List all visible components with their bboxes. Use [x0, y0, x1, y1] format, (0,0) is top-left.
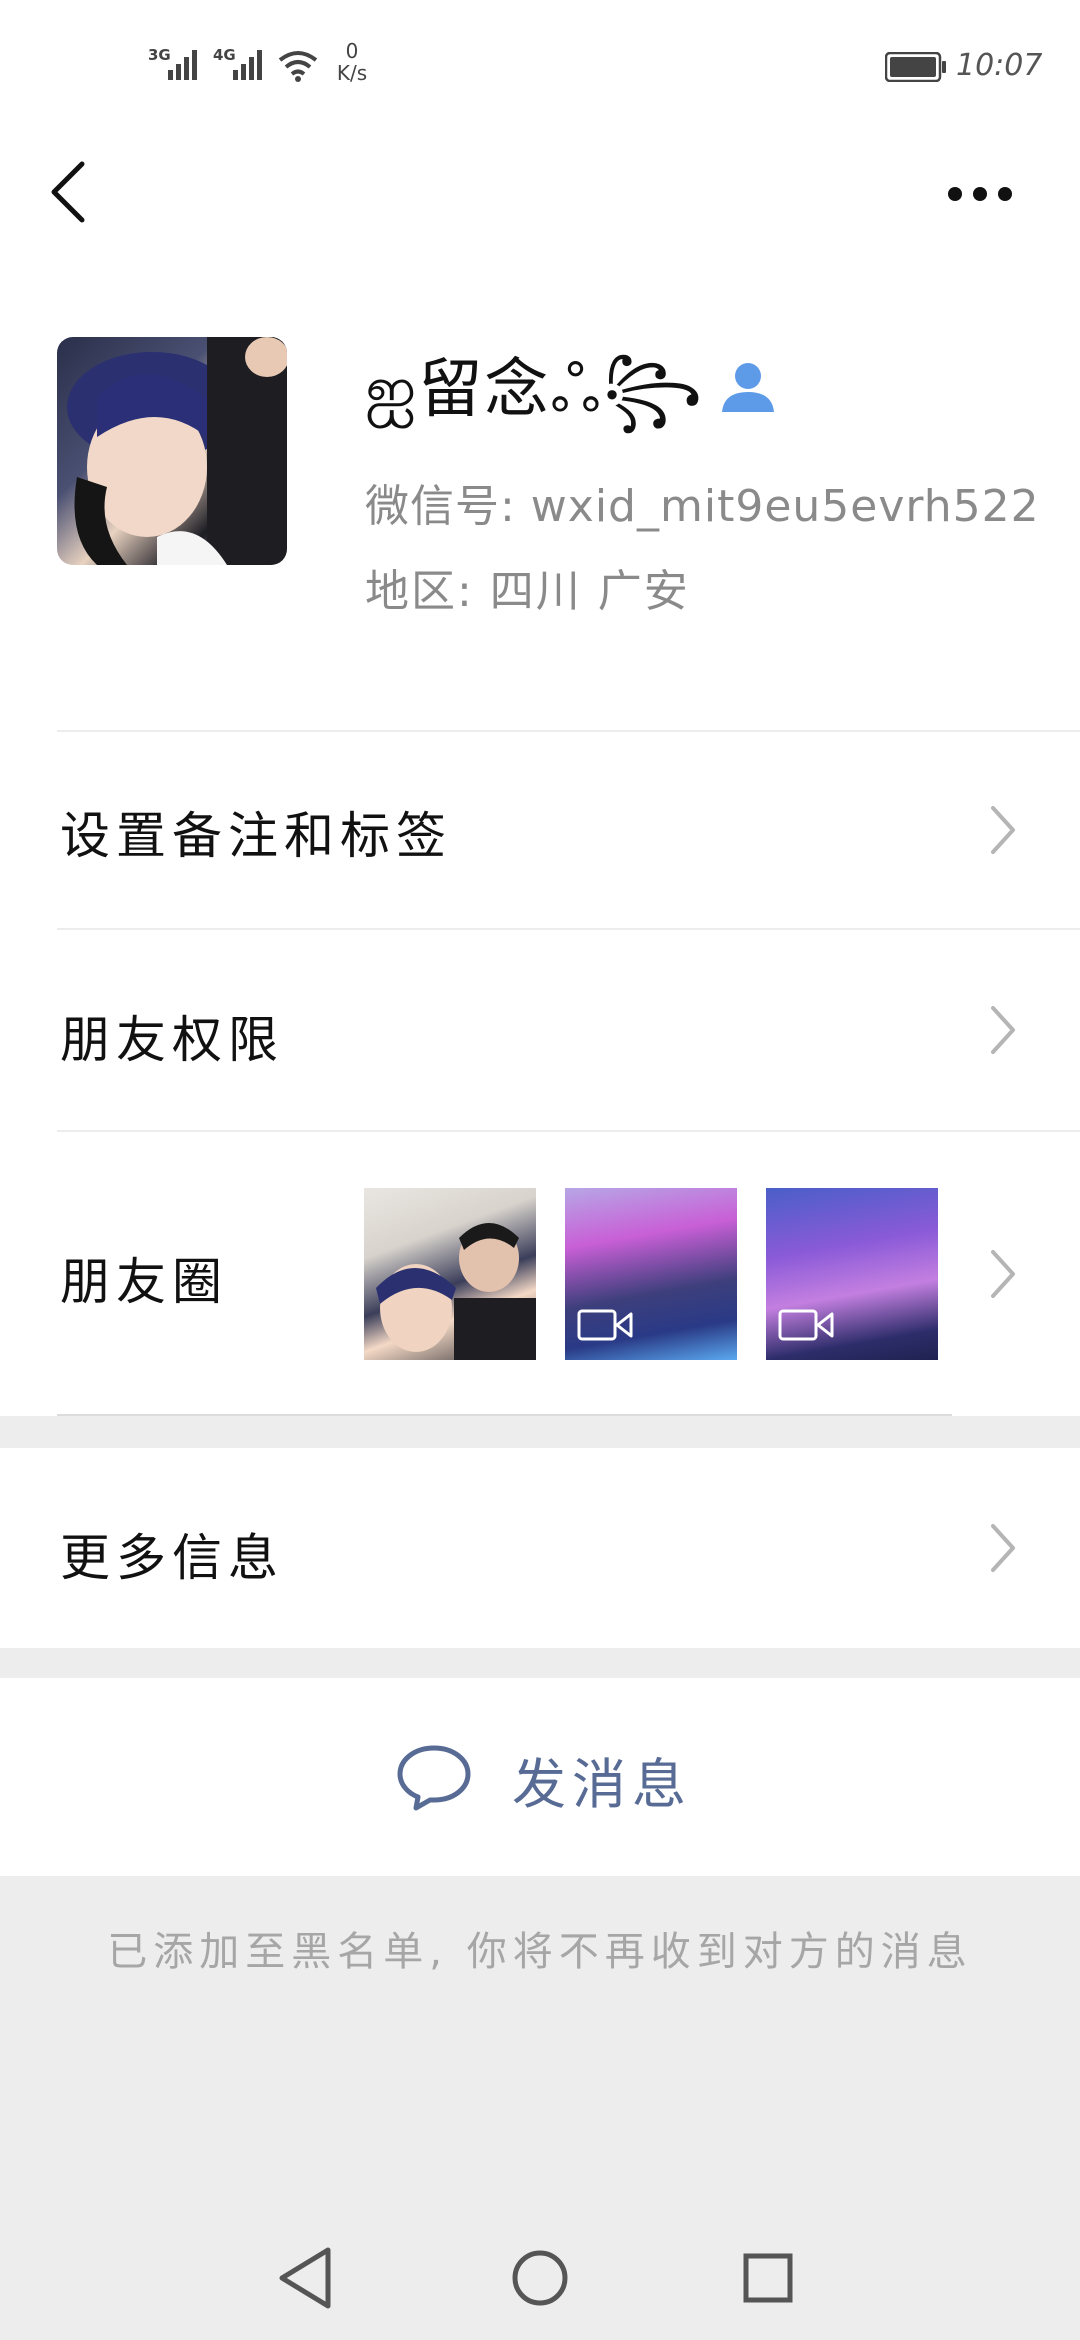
- row-friend-permissions[interactable]: 朋友权限: [0, 930, 1080, 1130]
- avatar-photo: [67, 337, 287, 565]
- section-gap: [0, 1416, 1080, 1448]
- region: 地区: 四川 广安: [365, 566, 690, 617]
- row-remarks-tags-label: 设置备注和标签: [60, 807, 452, 865]
- send-message-label: 发消息: [512, 1753, 692, 1816]
- wechat-id: 微信号: wxid_mit9eu5evrh522: [365, 481, 1040, 532]
- chevron-right-icon: [991, 1006, 1015, 1054]
- chat-bubble-icon: [397, 1745, 471, 1811]
- nav-back-icon[interactable]: [268, 2238, 348, 2318]
- clock-time: 10:07: [956, 48, 1043, 83]
- row-moments-label: 朋友圈: [60, 1253, 228, 1311]
- network-speed-unit: K/s: [336, 61, 368, 85]
- nav-recents-icon[interactable]: [728, 2238, 808, 2318]
- status-bar: 3G 4G 0 K/s 10:07: [0, 0, 1080, 130]
- back-button[interactable]: [40, 150, 100, 230]
- person-icon: [718, 356, 778, 416]
- chevron-right-icon: [991, 1250, 1015, 1298]
- wifi-icon: [278, 51, 318, 82]
- moments-thumbnail[interactable]: [565, 1188, 737, 1360]
- network-speed-value: 0: [345, 39, 359, 63]
- row-friend-permissions-label: 朋友权限: [60, 1011, 284, 1069]
- more-dots-icon: [948, 187, 1012, 201]
- nickname: ஐ留念ஃ꧂: [365, 353, 705, 427]
- row-more-info[interactable]: 更多信息: [0, 1448, 1080, 1648]
- moments-thumbnail[interactable]: [766, 1188, 938, 1360]
- section-gap: [0, 1648, 1080, 1678]
- signal-icon-2: [233, 50, 262, 80]
- nav-home-icon[interactable]: [500, 2238, 580, 2318]
- avatar[interactable]: [57, 337, 287, 565]
- network-speed: 0 K/s: [330, 40, 374, 84]
- blacklist-notice: 已添加至黑名单, 你将不再收到对方的消息: [107, 1929, 973, 1975]
- battery-icon: [885, 52, 946, 82]
- chevron-left-icon: [51, 161, 85, 223]
- chevron-right-icon: [991, 1524, 1015, 1572]
- row-moments[interactable]: 朋友圈: [0, 1132, 1080, 1414]
- more-options-button[interactable]: [930, 160, 1030, 220]
- row-more-info-label: 更多信息: [60, 1529, 284, 1587]
- video-camera-icon: [778, 1309, 834, 1341]
- video-camera-icon: [577, 1309, 633, 1341]
- moments-photo: [376, 1223, 536, 1360]
- chevron-right-icon: [991, 806, 1015, 854]
- moments-thumbnail[interactable]: [364, 1188, 536, 1360]
- row-remarks-tags[interactable]: 设置备注和标签: [0, 732, 1080, 928]
- signal-icon: [168, 50, 197, 80]
